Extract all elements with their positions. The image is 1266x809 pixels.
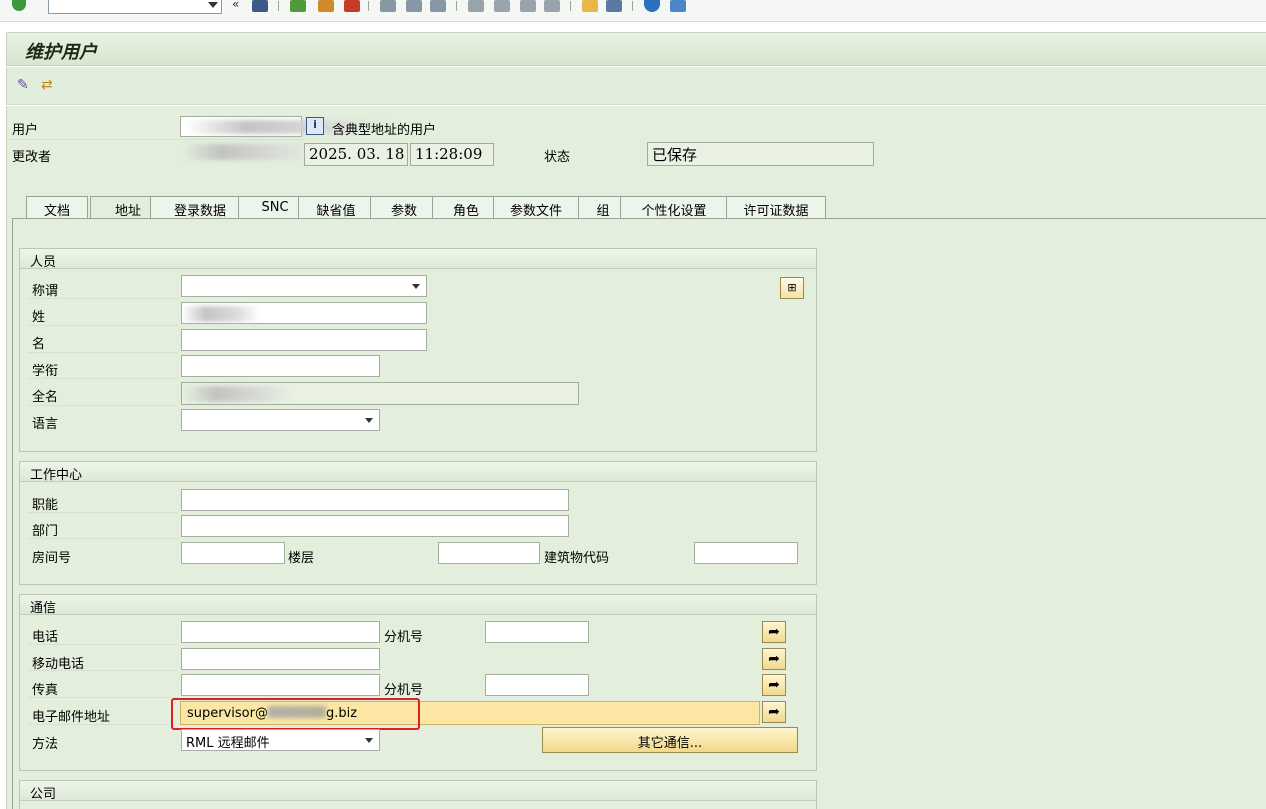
academic-title-field[interactable]	[181, 355, 380, 377]
changed-date-field: 2025. 03. 18	[304, 143, 408, 166]
salutation-label: 称谓	[32, 284, 59, 299]
layout-settings-icon[interactable]	[670, 0, 686, 12]
page-title: 维护用户	[25, 42, 97, 63]
communication-group-title: 通信	[20, 595, 816, 616]
highlight-box	[171, 698, 420, 730]
save-icon[interactable]	[252, 0, 268, 12]
fax-more-icon[interactable]: ➦	[762, 674, 786, 696]
tab-roles[interactable]: 角色	[432, 196, 500, 219]
department-label: 部门	[32, 524, 59, 539]
double-chevron-icon[interactable]: «	[232, 0, 239, 11]
tab-profiles[interactable]: 参数文件	[493, 196, 579, 219]
work-center-group-title: 工作中心	[20, 462, 816, 483]
mobile-field[interactable]	[181, 648, 380, 670]
phone-extension-field[interactable]	[485, 621, 589, 643]
previous-page-icon[interactable]	[494, 0, 510, 12]
print-icon[interactable]	[380, 0, 396, 12]
full-name-label: 全名	[32, 390, 59, 405]
last-name-label: 姓	[32, 310, 46, 325]
shortcut-icon[interactable]	[606, 0, 622, 12]
building-code-field[interactable]	[694, 542, 798, 564]
phone-extension-label: 分机号	[384, 630, 424, 645]
email-more-icon[interactable]: ➦	[762, 701, 786, 723]
salutation-select[interactable]	[181, 275, 427, 297]
back-icon[interactable]	[290, 0, 306, 12]
status-label: 状态	[544, 150, 571, 165]
redacted-last-name	[182, 306, 260, 322]
application-toolbar: ✎ ⇄	[6, 67, 1266, 105]
other-communication-button[interactable]: 其它通信...	[542, 727, 798, 753]
language-select[interactable]	[181, 409, 380, 431]
user-hint: 含典型地址的用户	[332, 123, 437, 138]
user-label: 用户	[12, 123, 39, 138]
email-label: 电子邮件地址	[32, 710, 111, 725]
company-group: 公司	[19, 780, 817, 809]
expand-icon[interactable]: ⊞	[780, 277, 804, 299]
department-field[interactable]	[181, 515, 569, 537]
tab-parameters[interactable]: 参数	[370, 196, 438, 219]
chevron-down-icon[interactable]	[208, 2, 218, 8]
method-label: 方法	[32, 737, 59, 752]
command-field[interactable]	[48, 0, 222, 14]
fax-field[interactable]	[181, 674, 380, 696]
changed-by-label: 更改者	[12, 150, 52, 165]
last-page-icon[interactable]	[544, 0, 560, 12]
tab-license-data[interactable]: 许可证数据	[726, 196, 826, 219]
new-session-icon[interactable]	[582, 0, 598, 12]
room-number-label: 房间号	[32, 551, 72, 566]
find-icon[interactable]	[406, 0, 422, 12]
other-user-icon[interactable]: ⇄	[41, 77, 53, 93]
help-icon[interactable]	[644, 0, 660, 12]
status-field: 已保存	[647, 142, 874, 166]
redacted-full-name	[182, 386, 292, 402]
fax-extension-field[interactable]	[485, 674, 589, 696]
title-bar: 维护用户	[6, 32, 1266, 66]
enter-check-icon[interactable]	[12, 0, 26, 11]
next-page-icon[interactable]	[520, 0, 536, 12]
display-change-icon[interactable]: ✎	[17, 77, 29, 93]
find-next-icon[interactable]	[430, 0, 446, 12]
tab-logon-data[interactable]: 登录数据	[150, 196, 250, 219]
function-field[interactable]	[181, 489, 569, 511]
phone-label: 电话	[32, 630, 59, 645]
fax-extension-label: 分机号	[384, 683, 424, 698]
tab-documentation[interactable]: 文档	[26, 196, 88, 219]
function-label: 职能	[32, 498, 59, 513]
redacted-changed-by	[182, 144, 312, 160]
floor-label: 楼层	[288, 551, 315, 566]
phone-field[interactable]	[181, 621, 380, 643]
fax-label: 传真	[32, 683, 59, 698]
room-number-field[interactable]	[181, 542, 285, 564]
person-group-title: 人员	[20, 249, 816, 270]
tab-personalization[interactable]: 个性化设置	[620, 196, 728, 219]
building-code-label: 建筑物代码	[544, 551, 610, 566]
system-toolbar: «	[0, 0, 1266, 22]
tab-defaults[interactable]: 缺省值	[298, 196, 374, 219]
academic-title-label: 学衔	[32, 364, 59, 379]
info-icon[interactable]: i	[306, 117, 324, 135]
phone-more-icon[interactable]: ➦	[762, 621, 786, 643]
exit-icon[interactable]	[318, 0, 334, 12]
cancel-icon[interactable]	[344, 0, 360, 12]
first-page-icon[interactable]	[468, 0, 484, 12]
method-select[interactable]: RML 远程邮件	[181, 729, 380, 751]
first-name-label: 名	[32, 337, 46, 352]
floor-field[interactable]	[438, 542, 540, 564]
mobile-more-icon[interactable]: ➦	[762, 648, 786, 670]
first-name-field[interactable]	[181, 329, 427, 351]
changed-time-field: 11:28:09	[410, 143, 494, 166]
company-group-title: 公司	[20, 781, 816, 802]
language-label: 语言	[32, 417, 59, 432]
